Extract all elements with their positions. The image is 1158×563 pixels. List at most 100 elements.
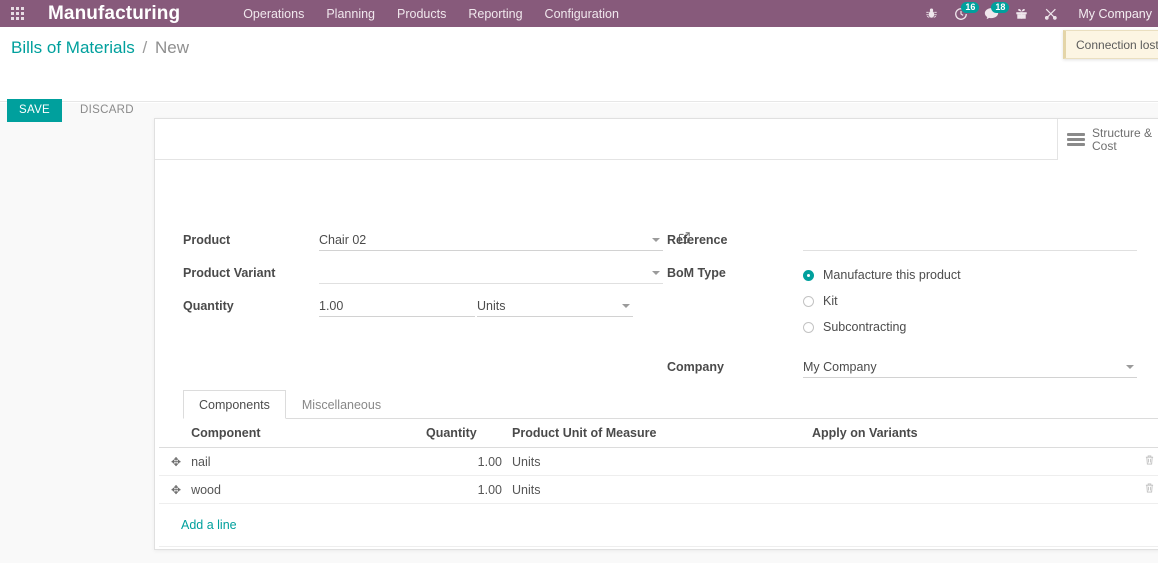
th-component[interactable]: Component [186,419,421,448]
table-row[interactable]: ✥ nail 1.00 Units [159,447,1158,476]
radio-subcontracting-icon[interactable] [803,321,814,333]
radio-kit-icon[interactable] [803,295,814,307]
product-input[interactable]: Chair 02 [319,230,663,251]
app-brand-title[interactable]: Manufacturing [48,3,180,25]
product-value: Chair 02 [319,233,367,247]
row-delete-button[interactable] [1137,475,1158,504]
row-quantity[interactable]: 1.00 [421,475,507,504]
row-quantity[interactable]: 1.00 [421,447,507,476]
chevron-down-icon[interactable] [1126,365,1134,369]
field-product-variant: Product Variant [183,263,663,287]
chevron-down-icon[interactable] [652,271,660,275]
bom-type-subcontracting-label: Subcontracting [823,320,907,334]
th-quantity[interactable]: Quantity [421,419,507,448]
record-action-buttons: SAVE DISCARD [7,99,146,122]
breadcrumb-root-link[interactable]: Bills of Materials [11,38,135,57]
bom-form-sheet: Structure & Cost Product Chair 02 Produc… [154,118,1158,550]
activity-clock-icon[interactable]: 16 [946,0,980,27]
field-product: Product Chair 02 [183,230,690,254]
row-delete-button[interactable] [1137,447,1158,476]
form-column-left: Product Chair 02 Product Variant Quantit… [183,230,690,329]
product-variant-input[interactable] [319,263,663,284]
tab-components[interactable]: Components [183,390,286,419]
breadcrumb-current: New [154,38,189,57]
apps-menu-icon[interactable] [0,0,34,27]
form-column-right: Reference BoM Type Manufacture this prod… [667,230,1137,390]
row-drag-handle[interactable]: ✥ [159,447,187,476]
add-a-line-link[interactable]: Add a line [164,510,242,540]
notebook: Components Miscellaneous Component Quant… [159,390,1158,547]
trash-icon[interactable] [1144,483,1155,497]
th-drag-handle [159,419,187,448]
company-input[interactable]: My Company [803,357,1137,378]
quantity-input[interactable]: 1.00 [319,296,475,317]
table-row[interactable]: ✥ wood 1.00 Units [159,475,1158,504]
main-menu-bar: Operations Planning Products Reporting C… [232,1,630,27]
reference-input[interactable] [803,230,1137,251]
components-table: Component Quantity Product Unit of Measu… [159,419,1158,547]
add-line-cell: Add a line [159,503,1158,547]
table-header-row: Component Quantity Product Unit of Measu… [159,419,1158,448]
structure-and-cost-label: Structure & Cost [1092,125,1153,153]
drag-handle-icon[interactable]: ✥ [171,456,181,468]
row-component[interactable]: wood [186,475,421,504]
structure-and-cost-button[interactable]: Structure & Cost [1057,119,1158,160]
drag-handle-icon[interactable]: ✥ [171,484,181,496]
menu-configuration[interactable]: Configuration [534,1,630,27]
reference-label: Reference [667,233,728,247]
menu-reporting[interactable]: Reporting [457,1,533,27]
menu-operations[interactable]: Operations [232,1,315,27]
control-panel: Bills of Materials / New SAVE DISCARD [0,27,1158,122]
th-delete [1137,419,1158,448]
notification-text: Connection lost. [1076,37,1158,52]
list-lines-icon [1067,133,1085,146]
row-variants[interactable] [807,475,1137,504]
bug-icon[interactable] [916,0,946,27]
user-menu[interactable]: My Company [1066,7,1158,21]
field-bom-type: BoM Type Manufacture this product Kit Su… [667,263,1137,341]
row-drag-handle[interactable]: ✥ [159,475,187,504]
company-value: My Company [803,360,877,374]
notebook-tabs: Components Miscellaneous [183,390,1158,419]
gift-icon[interactable] [1006,0,1036,27]
discard-button[interactable]: DISCARD [68,99,146,122]
messages-icon[interactable]: 18 [976,0,1010,27]
menu-planning[interactable]: Planning [315,1,386,27]
product-variant-label: Product Variant [183,266,276,280]
tools-icon[interactable] [1036,0,1066,27]
save-button[interactable]: SAVE [7,99,63,122]
quantity-uom-input[interactable]: Units [477,296,633,317]
field-quantity: Quantity 1.00 Units [183,296,663,320]
chevron-down-icon[interactable] [622,304,630,308]
th-uom[interactable]: Product Unit of Measure [507,419,807,448]
navbar-systray: 16 18 My Company [916,0,1158,27]
bom-type-kit-label: Kit [823,294,838,308]
quantity-uom-value: Units [477,299,506,313]
field-reference: Reference [667,230,1137,254]
breadcrumb-separator: / [142,38,148,57]
quantity-value: 1.00 [319,299,344,313]
row-uom[interactable]: Units [507,475,807,504]
company-label: Company [667,360,724,374]
field-company: Company My Company [667,357,1137,381]
top-navbar: Manufacturing Operations Planning Produc… [0,0,1158,27]
menu-products[interactable]: Products [386,1,457,27]
th-variants[interactable]: Apply on Variants [807,419,1137,448]
bom-type-option-subcontracting[interactable]: Subcontracting [803,315,1137,339]
quantity-label: Quantity [183,299,234,313]
row-component[interactable]: nail [186,447,421,476]
tab-miscellaneous[interactable]: Miscellaneous [286,390,397,419]
chevron-down-icon[interactable] [652,238,660,242]
radio-manufacture-icon[interactable] [803,269,814,281]
connection-lost-notification[interactable]: Connection lost. [1063,30,1158,59]
row-variants[interactable] [807,447,1137,476]
trash-icon[interactable] [1144,455,1155,469]
bom-type-option-manufacture[interactable]: Manufacture this product [803,263,1137,287]
product-label: Product [183,233,231,247]
breadcrumb: Bills of Materials / New [11,38,189,58]
bom-type-label: BoM Type [667,266,726,280]
row-uom[interactable]: Units [507,447,807,476]
add-line-row: Add a line [159,503,1158,547]
stat-button-box: Structure & Cost [155,119,1158,160]
bom-type-option-kit[interactable]: Kit [803,289,1137,313]
